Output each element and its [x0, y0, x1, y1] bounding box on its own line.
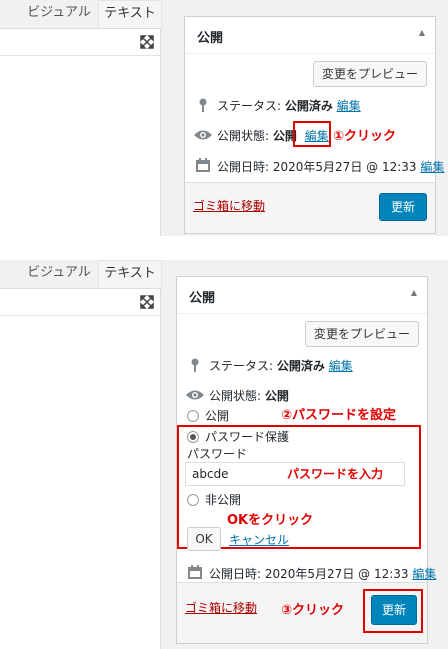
published-value: 2020年5月27日 @ 12:33	[264, 567, 409, 581]
option-public-label: 公開	[205, 409, 230, 423]
annotation-step-1: ①クリック	[333, 129, 397, 144]
tab-text[interactable]: テキスト	[98, 0, 162, 31]
annotation-step-2: ②パスワードを設定	[281, 408, 397, 423]
triangle-up-icon[interactable]: ▲	[419, 28, 425, 37]
move-to-trash-link[interactable]: ゴミ箱に移動	[193, 197, 265, 214]
fullscreen-icon[interactable]	[140, 35, 154, 49]
publish-box: 公開 ▲ 変更をプレビュー ステータス: 公開済み 編集 公開状態: 公開 編集…	[184, 16, 444, 234]
tab-visual[interactable]: ビジュアル	[20, 260, 98, 290]
password-annotation: パスワードを入力	[287, 467, 384, 481]
editor-area[interactable]	[0, 288, 161, 649]
pin-icon	[199, 98, 207, 112]
update-button[interactable]: 更新	[371, 595, 417, 625]
move-to-trash-link[interactable]: ゴミ箱に移動	[185, 599, 257, 616]
visibility-row: 公開状態: 公開	[209, 387, 289, 404]
publish-box-footer: ゴミ箱に移動 更新	[185, 182, 435, 233]
status-label: ステータス:	[209, 359, 274, 373]
radio-public[interactable]	[187, 410, 199, 422]
publish-box-footer: ゴミ箱に移動 ③クリック 更新	[177, 582, 427, 643]
published-row: 公開日時: 2020年5月27日 @ 12:33 編集	[209, 565, 436, 582]
editor-toolbar	[0, 289, 160, 316]
publish-box-title: 公開	[197, 31, 224, 46]
section-divider	[0, 236, 448, 260]
visibility-option-private[interactable]: 非公開	[187, 491, 241, 508]
publish-box-header[interactable]: 公開 ▲	[185, 17, 435, 54]
annotation-step-3: ③クリック	[281, 603, 345, 618]
publish-box-header[interactable]: 公開 ▲	[177, 277, 427, 314]
published-edit-link[interactable]: 編集	[412, 567, 436, 581]
annotation-ok: OKをクリック	[227, 513, 314, 528]
status-label: ステータス:	[217, 99, 282, 113]
radio-password[interactable]	[187, 431, 199, 443]
eye-icon	[194, 130, 212, 140]
publish-box: 公開 ▲ 変更をプレビュー ステータス: 公開済み 編集 公開状態: 公開 公開…	[176, 276, 436, 644]
published-label: 公開日時:	[217, 160, 270, 174]
option-private-label: 非公開	[205, 493, 242, 507]
status-row: ステータス: 公開済み 編集	[209, 357, 353, 374]
published-edit-link[interactable]: 編集	[420, 160, 444, 174]
status-value: 公開済み	[276, 359, 325, 373]
option-password-label: パスワード保護	[205, 430, 290, 444]
fullscreen-icon[interactable]	[140, 295, 154, 309]
preview-changes-button[interactable]: 変更をプレビュー	[305, 321, 419, 347]
ok-button[interactable]: OK	[187, 527, 221, 551]
visibility-label: 公開状態:	[209, 389, 262, 403]
status-edit-link[interactable]: 編集	[329, 359, 353, 373]
calendar-icon	[196, 158, 210, 172]
visibility-option-password[interactable]: パスワード保護	[187, 428, 289, 445]
published-row: 公開日時: 2020年5月27日 @ 12:33 編集	[217, 158, 444, 175]
visibility-option-public[interactable]: 公開	[187, 407, 229, 424]
status-row: ステータス: 公開済み 編集	[217, 97, 361, 114]
status-edit-link[interactable]: 編集	[337, 99, 361, 113]
published-value: 2020年5月27日 @ 12:33	[272, 160, 417, 174]
password-value: abcde	[192, 467, 229, 481]
published-label: 公開日時:	[209, 567, 262, 581]
radio-private[interactable]	[187, 494, 199, 506]
pin-icon	[191, 358, 199, 372]
tab-text[interactable]: テキスト	[98, 260, 162, 291]
triangle-up-icon[interactable]: ▲	[411, 288, 417, 297]
tab-visual[interactable]: ビジュアル	[20, 0, 98, 30]
publish-panel-top: ビジュアル テキスト 公開 ▲ 変更をプレビュー ステータス: 公開済み 編集 …	[0, 0, 448, 237]
calendar-icon	[188, 565, 202, 579]
editor-area[interactable]	[0, 28, 161, 237]
visibility-edit-highlight	[293, 121, 331, 147]
editor-toolbar	[0, 29, 160, 56]
preview-changes-button[interactable]: 変更をプレビュー	[313, 61, 427, 87]
cancel-link[interactable]: キャンセル	[229, 531, 289, 548]
visibility-value: 公開	[264, 389, 289, 403]
update-button[interactable]: 更新	[379, 193, 427, 221]
eye-icon	[186, 390, 204, 400]
password-label: パスワード	[187, 447, 248, 461]
editor-tabs: ビジュアル テキスト	[0, 260, 162, 291]
publish-panel-bottom: ビジュアル テキスト 公開 ▲ 変更をプレビュー ステータス: 公開済み 編集 …	[0, 260, 448, 649]
visibility-label: 公開状態:	[217, 129, 270, 143]
editor-tabs: ビジュアル テキスト	[0, 0, 162, 31]
publish-box-title: 公開	[189, 291, 216, 306]
status-value: 公開済み	[284, 99, 333, 113]
